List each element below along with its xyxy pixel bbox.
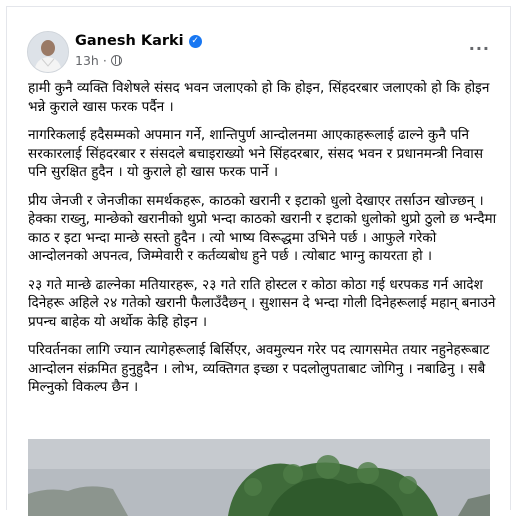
post-text: हामी कुनै व्यक्ति विशेषले संसद भवन जलाएक… (28, 79, 498, 407)
more-options-icon[interactable]: ··· (469, 39, 490, 58)
post-paragraph: हामी कुनै व्यक्ति विशेषले संसद भवन जलाएक… (28, 80, 490, 115)
verified-badge-icon: ✓ (188, 34, 202, 48)
avatar[interactable] (27, 31, 69, 73)
post-paragraph: २३ गते मान्छे ढाल्नेका मतियारहरू, २३ गते… (28, 276, 496, 330)
post-header: Ganesh Karki ✓ 13h · ··· (27, 31, 490, 73)
post-photo[interactable] (28, 439, 490, 516)
post-paragraph: नागरिकलाई हदैसम्मको अपमान गर्ने, शान्तिप… (28, 127, 484, 180)
author-row: Ganesh Karki ✓ (75, 33, 202, 49)
post-time[interactable]: 13h (75, 53, 99, 68)
meta-separator: · (102, 53, 107, 68)
author-name[interactable]: Ganesh Karki (75, 33, 184, 49)
post-paragraph: प्रीय जेनजी र जेनजीका समर्थकहरू, काठको ख… (28, 192, 497, 265)
globe-icon[interactable] (110, 55, 122, 66)
avatar-image (28, 32, 68, 72)
post-paragraph: परिवर्तनका लागि ज्यान त्यागेहरूलाई बिर्स… (28, 342, 490, 395)
post-card: Ganesh Karki ✓ 13h · ··· हामी कुनै व्यक्… (6, 6, 511, 516)
tree-photo (28, 439, 490, 516)
post-meta: 13h · (75, 53, 122, 68)
